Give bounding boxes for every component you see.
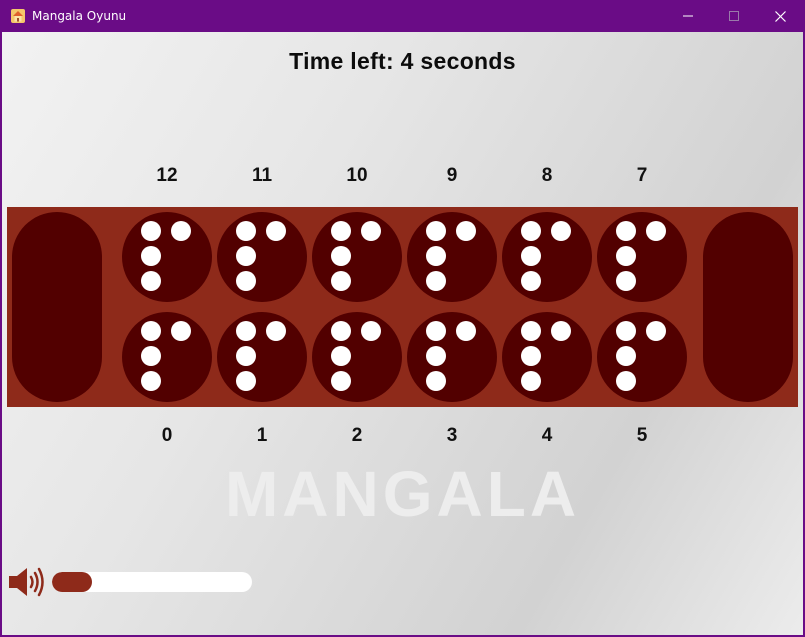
pit-label-0: 0 [161, 425, 173, 446]
left-store [12, 212, 102, 402]
volume-slider[interactable] [52, 572, 252, 592]
stone [426, 346, 446, 366]
pit-3[interactable] [407, 312, 497, 402]
stone [171, 221, 191, 241]
stone [361, 321, 381, 341]
stone [141, 346, 161, 366]
pit-9[interactable] [407, 212, 497, 302]
stone [266, 321, 286, 341]
stone [331, 321, 351, 341]
stone [616, 221, 636, 241]
stone [141, 271, 161, 291]
close-icon [774, 10, 786, 22]
pit-label-12: 12 [156, 165, 178, 186]
pit-label-7: 7 [636, 165, 648, 186]
pit-7[interactable] [597, 212, 687, 302]
pit-2[interactable] [312, 312, 402, 402]
pit-label-1: 1 [256, 425, 268, 446]
pit-8[interactable] [502, 212, 592, 302]
stone [521, 371, 541, 391]
pit-label-11: 11 [251, 165, 273, 186]
pit-12[interactable] [122, 212, 212, 302]
stone [266, 221, 286, 241]
stone [141, 221, 161, 241]
pit-label-5: 5 [636, 425, 648, 446]
pit-11[interactable] [217, 212, 307, 302]
pit-label-3: 3 [446, 425, 458, 446]
stone [551, 321, 571, 341]
stone [331, 346, 351, 366]
pit-label-4: 4 [541, 425, 553, 446]
stone [331, 371, 351, 391]
pit-label-2: 2 [351, 425, 363, 446]
house-icon [11, 9, 25, 23]
stone [141, 321, 161, 341]
stone [646, 321, 666, 341]
timer-text: Time left: 4 seconds [289, 48, 516, 74]
title-bar[interactable]: Mangala Oyunu [0, 0, 805, 32]
stone [616, 371, 636, 391]
stone [521, 246, 541, 266]
stone [521, 346, 541, 366]
pit-1[interactable] [217, 312, 307, 402]
stone [236, 246, 256, 266]
stone [331, 221, 351, 241]
window-title: Mangala Oyunu [32, 9, 127, 23]
mangala-board [7, 207, 798, 407]
stone [426, 371, 446, 391]
speaker-icon[interactable] [8, 565, 44, 599]
close-button[interactable] [757, 0, 803, 32]
right-store [703, 212, 793, 402]
stone [236, 346, 256, 366]
stone [456, 221, 476, 241]
stone [141, 246, 161, 266]
pit-label-8: 8 [541, 165, 553, 186]
stone [141, 371, 161, 391]
volume-slider-fill[interactable] [52, 572, 92, 592]
minimize-icon [683, 15, 693, 17]
stone [521, 321, 541, 341]
stone [646, 221, 666, 241]
stone [361, 221, 381, 241]
mangala-watermark: MANGALA [224, 458, 581, 530]
game-area: Time left: 4 seconds 12 11 10 9 8 7 0 1 … [2, 32, 803, 635]
stone [426, 246, 446, 266]
app-window: Mangala Oyunu Time left: 4 seconds 12 11… [0, 0, 805, 637]
pit-label-10: 10 [346, 165, 368, 186]
stone [616, 321, 636, 341]
stone [236, 271, 256, 291]
stone [331, 271, 351, 291]
stone [551, 221, 571, 241]
stone [426, 271, 446, 291]
stone [236, 321, 256, 341]
stone [426, 321, 446, 341]
minimize-button[interactable] [665, 0, 711, 32]
stone [331, 246, 351, 266]
pit-4[interactable] [502, 312, 592, 402]
stone [236, 371, 256, 391]
stone [616, 246, 636, 266]
pit-label-9: 9 [446, 165, 458, 186]
pit-5[interactable] [597, 312, 687, 402]
stone [616, 346, 636, 366]
stone [456, 321, 476, 341]
maximize-button[interactable] [711, 0, 757, 32]
stone [236, 221, 256, 241]
pit-0[interactable] [122, 312, 212, 402]
stone [616, 271, 636, 291]
stone [426, 221, 446, 241]
stone [171, 321, 191, 341]
stone [521, 221, 541, 241]
maximize-icon [729, 11, 739, 21]
pit-10[interactable] [312, 212, 402, 302]
stone [521, 271, 541, 291]
